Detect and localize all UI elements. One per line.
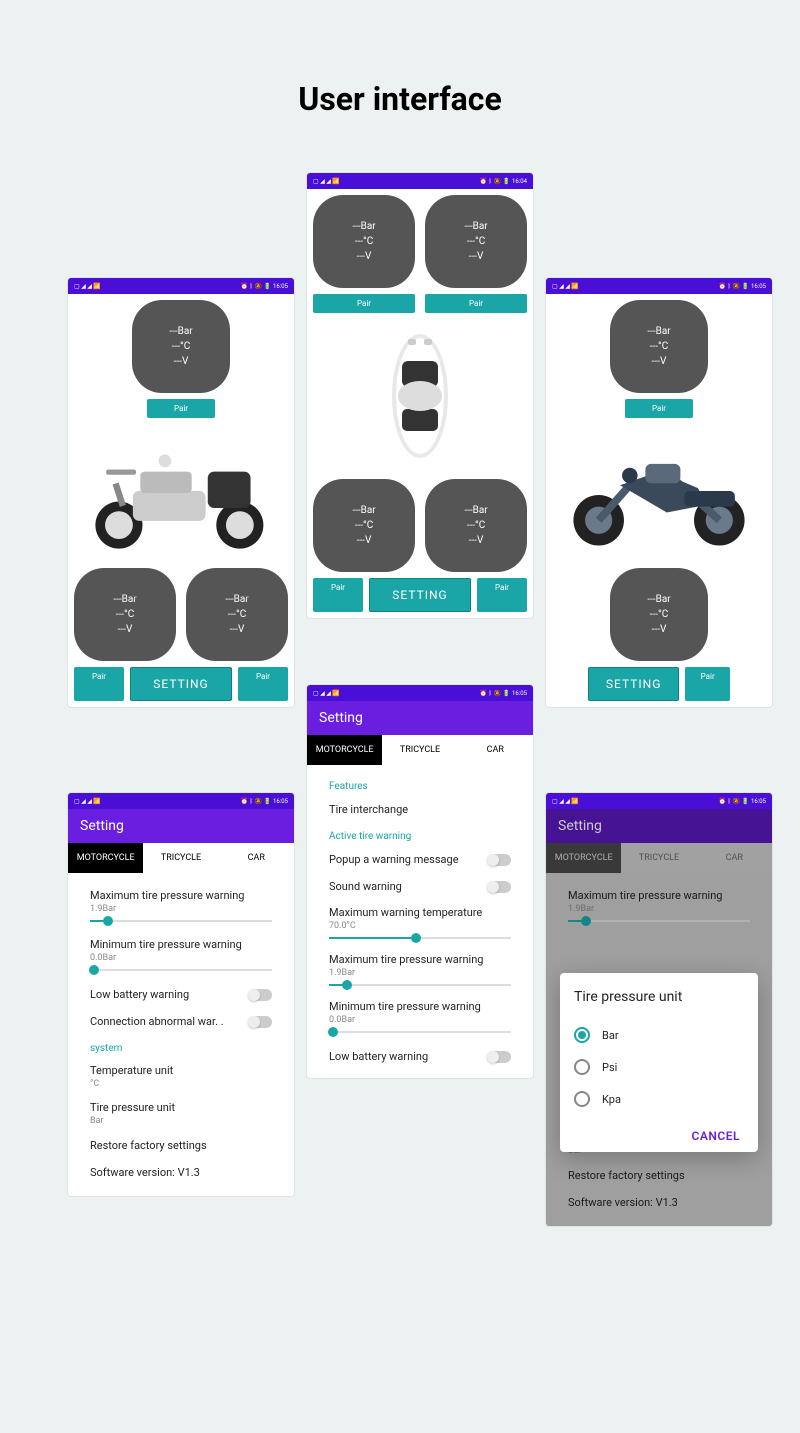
status-right: ⏰ ᛒ 🔕 🔋 16:05 [719, 283, 766, 290]
status-bar: ▢ ◢ ◢ 📶 ⏰ ᛒ 🔕 🔋 16:05 [307, 685, 533, 701]
status-right: ⏰ ᛒ 🔕 🔋 16:04 [480, 178, 527, 185]
radio-psi[interactable]: Psi [574, 1051, 744, 1083]
features-header: Features [329, 773, 511, 796]
app-bar: Setting [546, 809, 772, 843]
status-left-icons: ▢ ◢ ◢ 📶 [552, 283, 579, 290]
max-pressure-slider[interactable] [90, 920, 272, 922]
tab-motorcycle[interactable]: MOTORCYCLE [307, 735, 382, 765]
tire-rr: ---Bar---°C---V [425, 479, 527, 572]
pair-button-fr[interactable]: Pair [425, 294, 527, 313]
pair-button-fl[interactable]: Pair [313, 294, 415, 313]
tire-rl: ---Bar---°C---V [74, 568, 176, 661]
vehicle-tabs: MOTORCYCLE TRICYCLE CAR [68, 843, 294, 873]
sound-warning-toggle[interactable] [487, 881, 511, 893]
min-pressure-slider[interactable] [329, 1031, 511, 1033]
min-pressure-label: Minimum tire pressure warning [329, 1000, 511, 1013]
conn-abnormal-toggle[interactable] [248, 1016, 272, 1028]
low-battery-toggle[interactable] [248, 989, 272, 1001]
max-temp-label: Maximum warning temperature [329, 906, 511, 919]
vehicle-tabs: MOTORCYCLE TRICYCLE CAR [546, 843, 772, 873]
temp-unit-row[interactable]: Temperature unit [90, 1064, 272, 1077]
tab-tricycle[interactable]: TRICYCLE [143, 843, 218, 873]
min-pressure-label: Minimum tire pressure warning [90, 938, 272, 951]
system-header: system [90, 1035, 272, 1058]
tab-tricycle: TRICYCLE [621, 843, 696, 873]
popup-warning-label: Popup a warning message [329, 853, 459, 866]
tab-car[interactable]: CAR [219, 843, 294, 873]
tire-interchange-row[interactable]: Tire interchange [329, 803, 408, 816]
tire-fr: ---Bar---°C---V [425, 195, 527, 288]
pair-button-rear[interactable]: Pair [685, 667, 730, 701]
pair-button-rr[interactable]: Pair [477, 578, 527, 612]
max-pressure-label: Maximum tire pressure warning [90, 889, 272, 902]
low-battery-label: Low battery warning [329, 1050, 428, 1063]
tire-front: ---Bar---°C---V [132, 300, 230, 393]
radio-bar[interactable]: Bar [574, 1019, 744, 1051]
min-pressure-slider[interactable] [90, 969, 272, 971]
vehicle-motorcycle-image [552, 428, 766, 558]
pressure-unit-row[interactable]: Tire pressure unit [90, 1101, 272, 1114]
radio-kpa[interactable]: Kpa [574, 1083, 744, 1115]
tab-motorcycle[interactable]: MOTORCYCLE [68, 843, 143, 873]
status-bar: ▢ ◢ ◢ 📶 ⏰ ᛒ 🔕 🔋 16:05 [68, 793, 294, 809]
tire-front: ---Bar---°C---V [610, 300, 708, 393]
tab-motorcycle: MOTORCYCLE [546, 843, 621, 873]
pair-button-rl[interactable]: Pair [313, 578, 363, 612]
setting-button[interactable]: SETTING [369, 578, 471, 612]
dialog-cancel-button[interactable]: CANCEL [688, 1123, 744, 1149]
popup-warning-toggle[interactable] [487, 854, 511, 866]
setting-button[interactable]: SETTING [588, 667, 679, 701]
phone-settings-warnings: ▢ ◢ ◢ 📶 ⏰ ᛒ 🔕 🔋 16:05 Setting MOTORCYCLE… [307, 685, 533, 1078]
status-bar: ▢ ◢ ◢ 📶 ⏰ ᛒ 🔕 🔋 16:05 [546, 793, 772, 809]
app-bar: Setting [307, 701, 533, 735]
phone-settings-list: ▢ ◢ ◢ 📶 ⏰ ᛒ 🔕 🔋 16:05 Setting MOTORCYCLE… [68, 793, 294, 1196]
max-temp-slider[interactable] [329, 937, 511, 939]
setting-button[interactable]: SETTING [130, 667, 232, 701]
active-warning-header: Active tire warning [329, 823, 511, 846]
sound-warning-label: Sound warning [329, 880, 402, 893]
phone-car-tpms: ▢ ◢ ◢ 📶 ⏰ ᛒ 🔕 🔋 16:04 ---Bar---°C---V --… [307, 173, 533, 618]
dialog-title: Tire pressure unit [574, 989, 744, 1005]
app-bar: Setting [68, 809, 294, 843]
status-bar: ▢ ◢ ◢ 📶 ⏰ ᛒ 🔕 🔋 16:04 [307, 173, 533, 189]
software-version-row: Software version: V1.3 [90, 1166, 200, 1179]
max-pressure-slider[interactable] [329, 984, 511, 986]
radio-icon [574, 1027, 590, 1043]
page-title: User interface [30, 80, 770, 118]
tire-rear: ---Bar---°C---V [610, 568, 708, 661]
restore-factory-row[interactable]: Restore factory settings [90, 1139, 207, 1152]
tire-rr: ---Bar---°C---V [186, 568, 288, 661]
status-bar: ▢ ◢ ◢ 📶 ⏰ ᛒ 🔕 🔋 16:05 [546, 278, 772, 294]
vehicle-tricycle-image [74, 428, 288, 558]
vehicle-tabs: MOTORCYCLE TRICYCLE CAR [307, 735, 533, 765]
conn-abnormal-label: Connection abnormal war. . [90, 1015, 224, 1028]
pair-button-rl[interactable]: Pair [74, 667, 124, 701]
max-pressure-label: Maximum tire pressure warning [329, 953, 511, 966]
status-left-icons: ▢ ◢ ◢ 📶 [313, 178, 340, 185]
radio-icon [574, 1091, 590, 1107]
pair-button-front[interactable]: Pair [625, 399, 693, 418]
phone-settings-dialog: ▢ ◢ ◢ 📶 ⏰ ᛒ 🔕 🔋 16:05 Setting MOTORCYCLE… [546, 793, 772, 1226]
pair-button-rr[interactable]: Pair [238, 667, 288, 701]
pair-button-front[interactable]: Pair [147, 399, 215, 418]
pressure-unit-dialog: Tire pressure unit Bar Psi Kpa CANCEL [560, 973, 758, 1152]
tab-tricycle[interactable]: TRICYCLE [382, 735, 457, 765]
phone-tricycle-tpms: ▢ ◢ ◢ 📶 ⏰ ᛒ 🔕 🔋 16:05 ---Bar---°C---V Pa… [68, 278, 294, 707]
phone-motorcycle-tpms: ▢ ◢ ◢ 📶 ⏰ ᛒ 🔕 🔋 16:05 ---Bar---°C---V Pa… [546, 278, 772, 707]
radio-icon [574, 1059, 590, 1075]
low-battery-toggle[interactable] [487, 1051, 511, 1063]
tire-fl: ---Bar---°C---V [313, 195, 415, 288]
tab-car[interactable]: CAR [458, 735, 533, 765]
status-bar: ▢ ◢ ◢ 📶 ⏰ ᛒ 🔕 🔋 16:05 [68, 278, 294, 294]
status-right: ⏰ ᛒ 🔕 🔋 16:05 [241, 283, 288, 290]
tab-car: CAR [697, 843, 772, 873]
gallery: ▢ ◢ ◢ 📶 ⏰ ᛒ 🔕 🔋 16:04 ---Bar---°C---V --… [30, 173, 770, 1373]
status-left-icons: ▢ ◢ ◢ 📶 [74, 283, 101, 290]
vehicle-car-image [313, 321, 527, 471]
tire-rl: ---Bar---°C---V [313, 479, 415, 572]
low-battery-label: Low battery warning [90, 988, 189, 1001]
